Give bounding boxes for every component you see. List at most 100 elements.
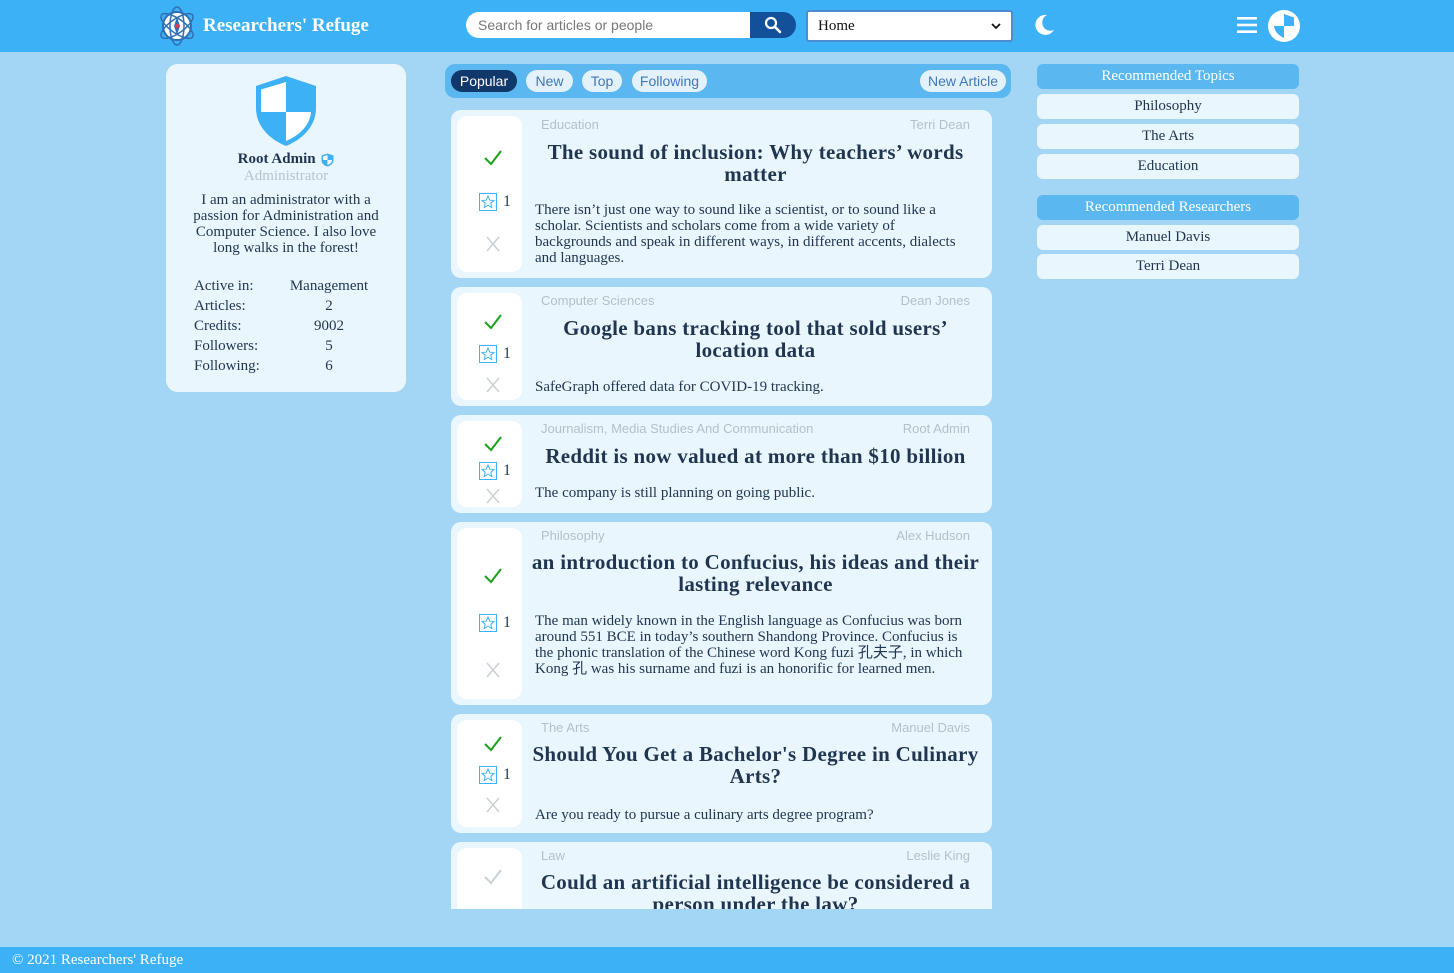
user-avatar-shield-icon[interactable] <box>1267 9 1301 43</box>
recommended-topic-item[interactable]: Education <box>1037 154 1299 179</box>
hamburger-menu-icon[interactable] <box>1236 14 1258 36</box>
article-topic[interactable]: Computer Sciences <box>541 293 654 308</box>
tab-new[interactable]: New <box>526 70 573 92</box>
article-feed: 1 Education Terri Dean The sound of incl… <box>451 110 992 909</box>
article-description: The company is still planning on going p… <box>535 485 815 501</box>
footer: © 2021 Researchers' Refuge <box>0 947 1454 973</box>
article-author[interactable]: Manuel Davis <box>891 720 970 735</box>
article-card[interactable]: 1 Computer Sciences Dean Jones Google ba… <box>451 287 992 406</box>
top-navbar: Researchers' Refuge Home <box>0 0 1454 52</box>
tab-top[interactable]: Top <box>582 70 622 92</box>
article-description: The man widely known in the English lang… <box>535 613 963 677</box>
article-topic[interactable]: Law <box>541 848 565 863</box>
profile-role: Administrator <box>243 168 329 184</box>
search-input[interactable] <box>466 12 750 38</box>
star-icon[interactable] <box>479 614 497 632</box>
article-title[interactable]: an introduction to Confucius, his ideas … <box>531 551 980 595</box>
recommended-researcher-item[interactable]: Manuel Davis <box>1037 225 1299 250</box>
stat-label: Followers: <box>194 338 259 354</box>
close-icon[interactable] <box>486 662 500 678</box>
check-icon[interactable] <box>483 435 503 453</box>
check-icon[interactable] <box>483 567 503 585</box>
stat-value: 2 <box>325 298 333 314</box>
view-select[interactable]: Home <box>806 10 1013 42</box>
article-title[interactable]: Google bans tracking tool that sold user… <box>531 317 980 361</box>
article-author[interactable]: Leslie King <box>906 848 970 863</box>
stat-label: Following: <box>194 358 260 374</box>
article-title[interactable]: Reddit is now valued at more than $10 bi… <box>531 445 980 467</box>
stat-row-following: Following: 6 <box>194 356 384 376</box>
check-icon[interactable] <box>483 868 503 886</box>
close-icon[interactable] <box>486 488 500 504</box>
profile-stats: Active in: Management Articles: 2 Credit… <box>194 276 384 376</box>
favorite-count: 1 <box>503 193 511 210</box>
close-icon[interactable] <box>486 797 500 813</box>
article-card[interactable]: 1 Philosophy Alex Hudson an introduction… <box>451 522 992 705</box>
star-icon[interactable] <box>479 766 497 784</box>
stat-value: 9002 <box>314 318 344 334</box>
article-card[interactable]: Law Leslie King Could an artificial inte… <box>451 842 992 909</box>
vote-panel: 1 <box>457 293 522 400</box>
stat-label: Credits: <box>194 318 242 334</box>
admin-badge-icon <box>321 153 334 167</box>
article-author[interactable]: Root Admin <box>903 421 970 436</box>
vote-panel: 1 <box>457 528 522 699</box>
article-title[interactable]: Could an artificial intelligence be cons… <box>531 871 980 909</box>
article-topic[interactable]: Philosophy <box>541 528 605 543</box>
stat-label: Active in: <box>194 278 254 294</box>
favorite-count: 1 <box>503 462 511 479</box>
star-icon[interactable] <box>479 345 497 363</box>
article-topic[interactable]: Education <box>541 117 599 132</box>
stat-label: Articles: <box>194 298 246 314</box>
close-icon[interactable] <box>486 377 500 393</box>
article-author[interactable]: Terri Dean <box>910 117 970 132</box>
article-topic[interactable]: Journalism, Media Studies And Communicat… <box>541 421 813 436</box>
article-topic[interactable]: The Arts <box>541 720 589 735</box>
article-description: SafeGraph offered data for COVID-19 trac… <box>535 379 824 395</box>
brand-link[interactable]: Researchers' Refuge <box>156 4 369 48</box>
view-select-value: Home <box>818 17 855 34</box>
search-bar <box>466 12 796 38</box>
vote-panel: 1 <box>457 116 522 272</box>
stat-row-active-in: Active in: Management <box>194 276 384 296</box>
article-author[interactable]: Alex Hudson <box>896 528 970 543</box>
recommended-topic-item[interactable]: Philosophy <box>1037 94 1299 119</box>
article-card[interactable]: 1 The Arts Manuel Davis Should You Get a… <box>451 714 992 833</box>
profile-bio: I am an administrator with a passion for… <box>193 192 379 256</box>
stat-row-credits: Credits: 9002 <box>194 316 384 336</box>
stat-value: 6 <box>325 358 333 374</box>
profile-name[interactable]: Root Admin <box>166 151 406 168</box>
vote-panel: 1 <box>457 421 522 507</box>
recommended-researcher-item[interactable]: Terri Dean <box>1037 254 1299 279</box>
check-icon[interactable] <box>483 735 503 753</box>
recommended-topics-heading: Recommended Topics <box>1037 64 1299 89</box>
article-description: There isn’t just one way to sound like a… <box>535 202 956 266</box>
tab-popular[interactable]: Popular <box>451 70 517 92</box>
star-icon[interactable] <box>479 193 497 211</box>
vote-panel <box>457 848 522 909</box>
profile-shield-icon <box>256 76 316 146</box>
recommended-researchers-heading: Recommended Researchers <box>1037 195 1299 220</box>
search-button[interactable] <box>750 12 796 38</box>
brand-name: Researchers' Refuge <box>203 15 369 36</box>
new-article-button[interactable]: New Article <box>920 70 1006 92</box>
article-description: Are you ready to pursue a culinary arts … <box>535 807 874 823</box>
search-icon <box>764 16 782 34</box>
tab-following[interactable]: Following <box>632 70 707 92</box>
article-author[interactable]: Dean Jones <box>901 293 970 308</box>
stat-row-articles: Articles: 2 <box>194 296 384 316</box>
article-title[interactable]: The sound of inclusion: Why teachers’ wo… <box>531 141 980 185</box>
moon-icon[interactable] <box>1031 12 1057 38</box>
stat-row-followers: Followers: 5 <box>194 336 384 356</box>
favorite-count: 1 <box>503 614 511 631</box>
check-icon[interactable] <box>483 313 503 331</box>
close-icon[interactable] <box>486 236 500 252</box>
check-icon[interactable] <box>483 149 503 167</box>
article-card[interactable]: 1 Education Terri Dean The sound of incl… <box>451 110 992 278</box>
article-card[interactable]: 1 Journalism, Media Studies And Communic… <box>451 415 992 513</box>
star-icon[interactable] <box>479 462 497 480</box>
profile-card: Root Admin Administrator I am an adminis… <box>166 64 406 392</box>
article-title[interactable]: Should You Get a Bachelor's Degree in Cu… <box>531 743 980 787</box>
recommended-topic-item[interactable]: The Arts <box>1037 124 1299 149</box>
chevron-down-icon <box>991 23 1001 30</box>
